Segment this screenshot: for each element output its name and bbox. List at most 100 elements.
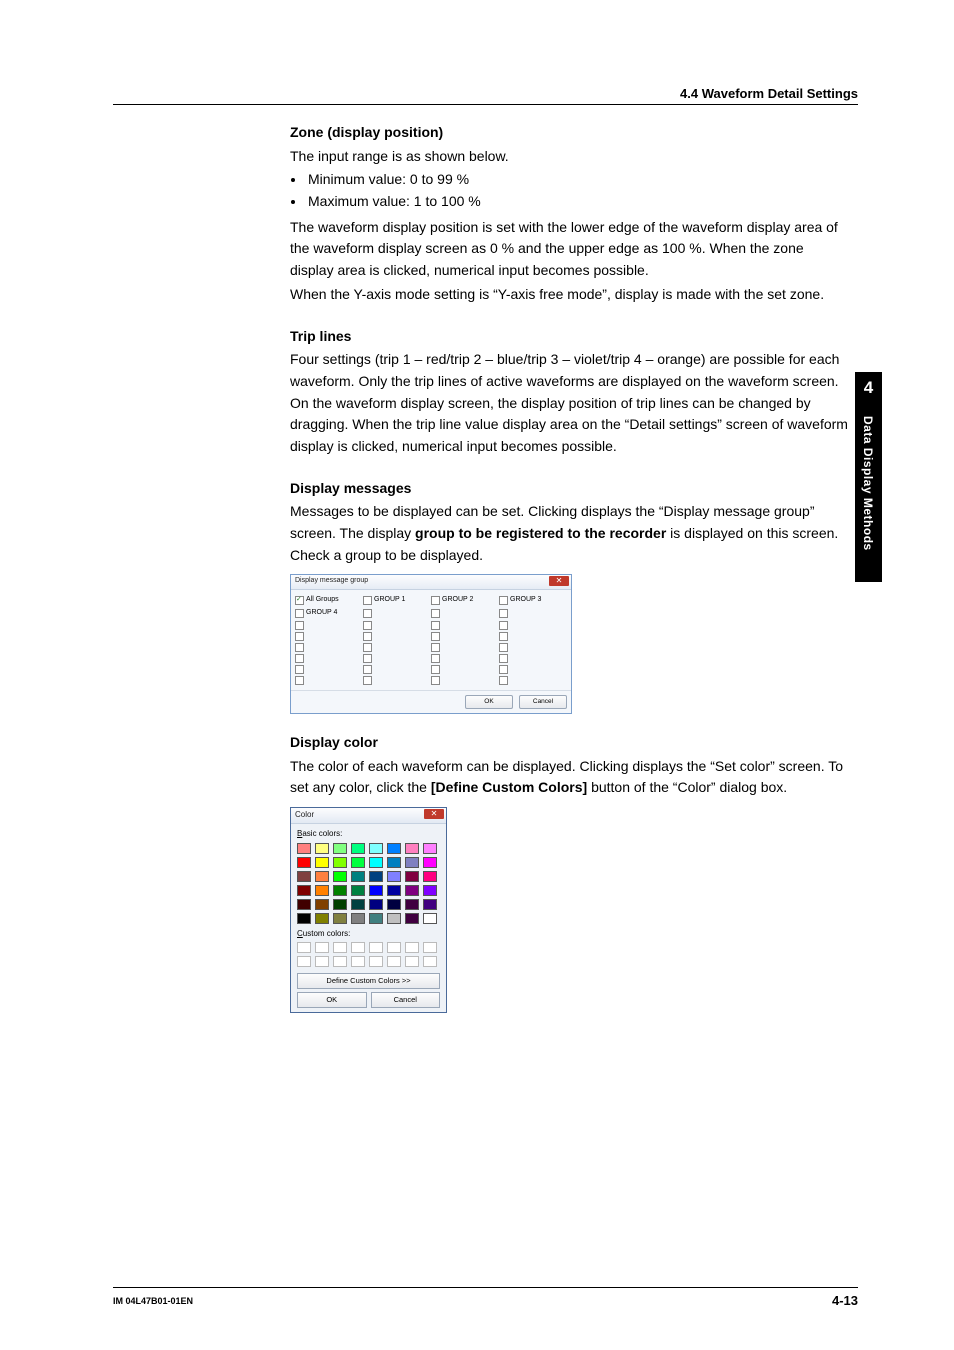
chapter-title: Data Display Methods [861, 416, 875, 551]
color-swatch[interactable] [315, 857, 329, 868]
group-all-cell[interactable]: All Groups [295, 594, 363, 607]
color-swatch[interactable] [387, 899, 401, 910]
color-swatch[interactable] [423, 843, 437, 854]
color-swatch[interactable] [315, 913, 329, 924]
color-swatch[interactable] [333, 871, 347, 882]
group1-cell[interactable]: GROUP 1 [363, 594, 431, 607]
group3-cell[interactable]: GROUP 3 [499, 594, 567, 607]
color-swatch[interactable] [405, 913, 419, 924]
custom-color-swatch[interactable] [369, 956, 383, 967]
color-swatch[interactable] [297, 899, 311, 910]
custom-color-swatch[interactable] [297, 956, 311, 967]
checkbox-icon[interactable] [431, 596, 440, 605]
color-swatch[interactable] [369, 913, 383, 924]
group4-cell[interactable]: GROUP 4 [295, 607, 363, 620]
custom-color-swatch[interactable] [369, 942, 383, 953]
color-swatch[interactable] [387, 843, 401, 854]
color-swatch[interactable] [369, 857, 383, 868]
color-swatch[interactable] [315, 899, 329, 910]
group2-cell[interactable]: GROUP 2 [431, 594, 499, 607]
basic-colors-label: Basic colors: [297, 828, 440, 840]
color-swatch[interactable] [423, 885, 437, 896]
color-swatch[interactable] [297, 913, 311, 924]
custom-color-swatch[interactable] [405, 942, 419, 953]
custom-color-swatch[interactable] [423, 942, 437, 953]
checkbox-icon[interactable] [499, 596, 508, 605]
color-swatch[interactable] [423, 857, 437, 868]
color-swatch[interactable] [351, 885, 365, 896]
custom-color-swatch[interactable] [333, 942, 347, 953]
color-swatch[interactable] [315, 871, 329, 882]
custom-color-swatch[interactable] [423, 956, 437, 967]
color-swatch[interactable] [405, 843, 419, 854]
checkbox-icon[interactable] [295, 609, 304, 618]
group4-label: GROUP 4 [306, 608, 337, 619]
color-p1b: button of the “Color” dialog box. [587, 779, 787, 795]
color-swatch[interactable] [405, 857, 419, 868]
custom-color-swatch[interactable] [405, 956, 419, 967]
ok-button[interactable]: OK [465, 695, 513, 709]
color-swatch[interactable] [405, 871, 419, 882]
ok-button[interactable]: OK [297, 992, 367, 1008]
custom-color-swatch[interactable] [333, 956, 347, 967]
color-swatch[interactable] [351, 871, 365, 882]
zone-bullet-min: Minimum value: 0 to 99 % [306, 169, 850, 191]
color-swatch[interactable] [387, 871, 401, 882]
close-icon[interactable]: ✕ [549, 576, 569, 586]
color-swatch[interactable] [333, 885, 347, 896]
footer-rule [113, 1287, 858, 1288]
color-swatch[interactable] [369, 843, 383, 854]
color-swatch[interactable] [297, 857, 311, 868]
color-swatch[interactable] [351, 899, 365, 910]
dlg-color-titlebar: Color ✕ [291, 808, 446, 824]
color-swatch[interactable] [369, 871, 383, 882]
dlg-group-titlebar: Display message group ✕ [291, 575, 571, 590]
color-swatch[interactable] [387, 857, 401, 868]
color-swatch[interactable] [297, 871, 311, 882]
custom-color-swatch[interactable] [387, 942, 401, 953]
color-swatch[interactable] [405, 899, 419, 910]
chapter-number: 4 [855, 372, 882, 398]
color-swatch[interactable] [369, 899, 383, 910]
color-swatch[interactable] [405, 885, 419, 896]
messages-p1-bold: group to be registered to the recorder [415, 525, 666, 541]
triplines-p1: Four settings (trip 1 – red/trip 2 – blu… [290, 349, 850, 457]
color-swatch[interactable] [333, 899, 347, 910]
color-swatch[interactable] [351, 843, 365, 854]
color-swatch[interactable] [423, 871, 437, 882]
color-swatch[interactable] [369, 885, 383, 896]
close-icon[interactable]: ✕ [424, 809, 444, 819]
color-swatch[interactable] [387, 885, 401, 896]
cancel-button[interactable]: Cancel [371, 992, 441, 1008]
checkbox-icon [499, 609, 508, 618]
define-custom-colors-button[interactable]: Define Custom Colors >> [297, 973, 440, 989]
custom-color-swatch[interactable] [387, 956, 401, 967]
color-swatch[interactable] [351, 857, 365, 868]
custom-color-swatch[interactable] [297, 942, 311, 953]
color-swatch[interactable] [333, 857, 347, 868]
color-swatch[interactable] [297, 885, 311, 896]
group3-label: GROUP 3 [510, 595, 541, 606]
group2-label: GROUP 2 [442, 595, 473, 606]
zone-bullet-max: Maximum value: 1 to 100 % [306, 191, 850, 213]
color-swatch[interactable] [423, 913, 437, 924]
custom-color-swatch[interactable] [351, 942, 365, 953]
color-swatch[interactable] [333, 843, 347, 854]
color-swatch[interactable] [297, 843, 311, 854]
color-swatch[interactable] [351, 913, 365, 924]
custom-color-swatch[interactable] [315, 956, 329, 967]
custom-colors-grid [297, 942, 440, 967]
color-p1-bold: [Define Custom Colors] [431, 779, 587, 795]
cancel-button[interactable]: Cancel [519, 695, 567, 709]
checkbox-icon[interactable] [363, 596, 372, 605]
checkbox-icon[interactable] [295, 596, 304, 605]
color-swatch[interactable] [315, 885, 329, 896]
custom-color-swatch[interactable] [315, 942, 329, 953]
color-swatch[interactable] [423, 899, 437, 910]
running-header: 4.4 Waveform Detail Settings [680, 86, 858, 101]
color-swatch[interactable] [387, 913, 401, 924]
color-swatch[interactable] [315, 843, 329, 854]
color-swatch[interactable] [333, 913, 347, 924]
color-heading: Display color [290, 732, 850, 754]
custom-color-swatch[interactable] [351, 956, 365, 967]
